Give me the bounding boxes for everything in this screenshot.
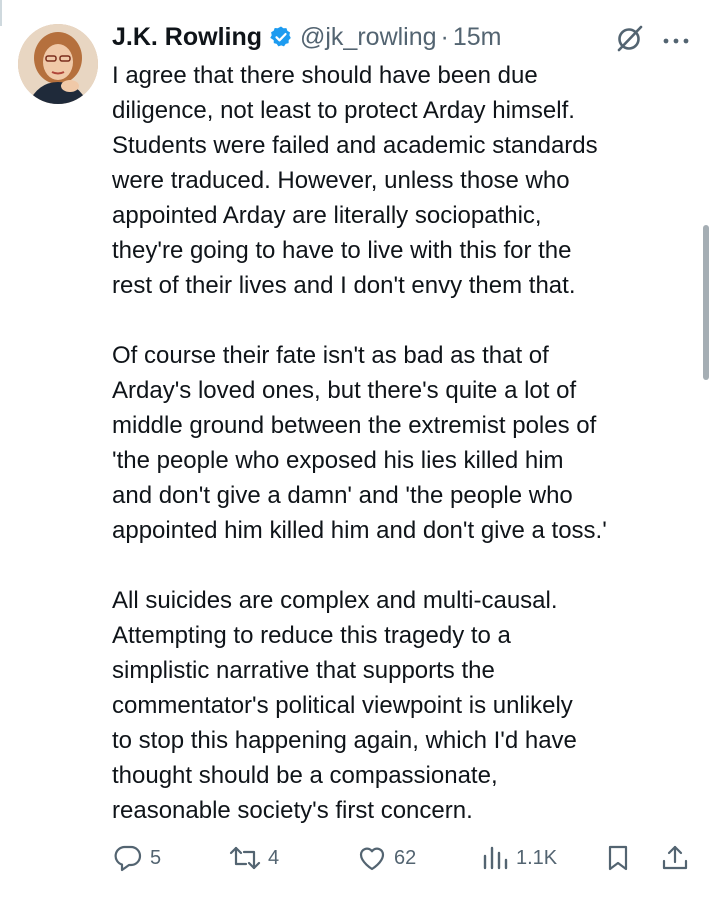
separator-dot: ·	[440, 22, 449, 51]
like-button[interactable]: 62	[356, 838, 416, 878]
tweet-text: I agree that there should have been due …	[112, 58, 692, 828]
like-count: 62	[394, 846, 417, 869]
heart-icon	[359, 847, 385, 871]
tweet-paragraph: I agree that there should have been due …	[112, 62, 598, 299]
avatar[interactable]	[18, 24, 98, 104]
grok-icon[interactable]	[614, 22, 646, 54]
share-icon	[662, 845, 688, 870]
views-count: 1.1K	[516, 846, 558, 869]
repost-icon	[229, 846, 261, 870]
more-icon[interactable]	[661, 33, 691, 44]
share-button[interactable]	[660, 838, 690, 878]
reply-count: 5	[150, 846, 162, 869]
thread-line	[0, 0, 2, 26]
views-button[interactable]: 1.1K	[480, 838, 557, 878]
timestamp[interactable]: 15m	[453, 23, 502, 52]
views-icon	[483, 846, 508, 870]
action-bar: 5 4 62 1.1K	[108, 838, 693, 878]
tweet-header: J.K. Rowling @jk_rowling · 15m	[112, 19, 502, 55]
verified-badge-icon[interactable]	[269, 25, 293, 49]
bookmark-icon	[608, 845, 628, 871]
reply-button[interactable]: 5	[112, 838, 161, 878]
user-handle[interactable]: @jk_rowling	[300, 23, 437, 52]
scrollbar[interactable]	[703, 225, 709, 380]
tweet[interactable]: J.K. Rowling @jk_rowling · 15m I agree t…	[0, 0, 709, 900]
repost-button[interactable]: 4	[228, 838, 279, 878]
display-name[interactable]: J.K. Rowling	[112, 23, 262, 52]
repost-count: 4	[268, 846, 280, 869]
tweet-paragraph: All suicides are complex and multi-causa…	[112, 587, 577, 824]
avatar-image	[18, 24, 98, 104]
reply-icon	[114, 845, 142, 872]
bookmark-button[interactable]	[604, 838, 632, 878]
tweet-paragraph: Of course their fate isn't as bad as tha…	[112, 342, 607, 544]
